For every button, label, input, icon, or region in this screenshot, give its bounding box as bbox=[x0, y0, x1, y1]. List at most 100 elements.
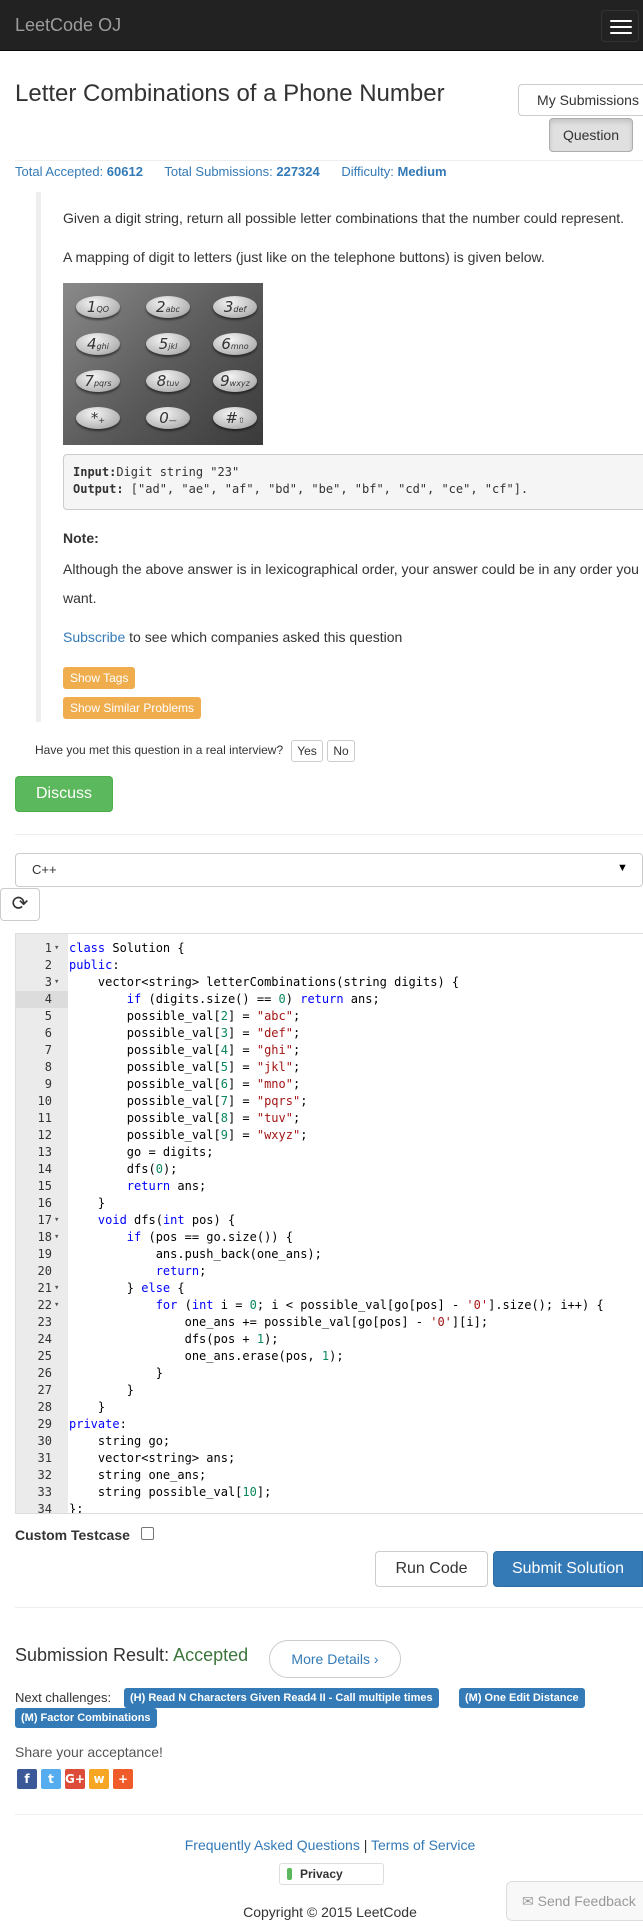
code-line[interactable]: 15 return ans; bbox=[16, 1178, 643, 1195]
keypad-key: 8tuv bbox=[146, 370, 190, 392]
submit-solution-button[interactable]: Submit Solution bbox=[493, 1551, 643, 1587]
question-description: Given a digit string, return all possibl… bbox=[36, 192, 643, 722]
code-line[interactable]: 4 if (digits.size() == 0) return ans; bbox=[16, 991, 643, 1008]
custom-testcase-label: Custom Testcase bbox=[15, 1527, 130, 1543]
footer-links: Frequently Asked Questions | Terms of Se… bbox=[184, 1837, 476, 1853]
refresh-icon: ⟳ bbox=[11, 893, 29, 915]
code-line[interactable]: 16 } bbox=[16, 1195, 643, 1212]
line-number: 18 bbox=[37, 1230, 52, 1244]
code-editor[interactable]: 1 ▾ class Solution {2 public: 3 ▾ vector<stri… bbox=[15, 933, 643, 1514]
code-line[interactable]: 25 one_ans.erase(pos, 1); bbox=[16, 1348, 643, 1365]
line-number: 30 bbox=[37, 1434, 52, 1448]
code-line[interactable]: 18 ▾ if (pos == go.size()) { bbox=[16, 1229, 643, 1246]
terms-link[interactable]: Terms of Service bbox=[371, 1837, 475, 1853]
yes-button[interactable]: Yes bbox=[291, 740, 323, 762]
code-line[interactable]: 32 string one_ans; bbox=[16, 1467, 643, 1484]
twitter-share-icon[interactable]: t bbox=[41, 1769, 61, 1789]
line-number: 16 bbox=[37, 1196, 52, 1210]
no-button[interactable]: No bbox=[327, 740, 355, 762]
code-line[interactable]: 29 private: bbox=[16, 1416, 643, 1433]
code-line[interactable]: 34}; bbox=[16, 1501, 643, 1514]
interview-question: Have you met this question in a real int… bbox=[35, 743, 284, 757]
line-number: 34 bbox=[37, 1502, 52, 1514]
code-line[interactable]: 12 possible_val[9] = "wxyz"; bbox=[16, 1127, 643, 1144]
show-tags-button[interactable]: Show Tags bbox=[63, 667, 136, 689]
code-line[interactable]: 10 possible_val[7] = "pqrs"; bbox=[16, 1093, 643, 1110]
subscribe-link[interactable]: Subscribe bbox=[63, 629, 125, 645]
line-number: 23 bbox=[37, 1315, 52, 1329]
next-challenges-label: Next challenges: bbox=[15, 1690, 112, 1705]
keypad-key: 3def bbox=[213, 296, 257, 318]
keypad-key: 1QO bbox=[76, 296, 120, 318]
challenge-link[interactable]: (H) Read N Characters Given Read4 II - C… bbox=[124, 1688, 439, 1708]
code-line[interactable]: 1 ▾ class Solution { bbox=[16, 940, 643, 957]
code-line[interactable]: 31 vector<string> ans; bbox=[16, 1450, 643, 1467]
show-similar-problems-button[interactable]: Show Similar Problems bbox=[63, 697, 202, 719]
line-number: 5 bbox=[44, 1009, 52, 1023]
menu-toggle-button[interactable] bbox=[601, 10, 639, 42]
code-line[interactable]: 27 } bbox=[16, 1382, 643, 1399]
facebook-share-icon[interactable]: f bbox=[17, 1769, 37, 1789]
code-line[interactable]: 26 } bbox=[16, 1365, 643, 1382]
run-code-button[interactable]: Run Code bbox=[375, 1551, 488, 1587]
line-number: 24 bbox=[37, 1332, 52, 1346]
fold-arrow-icon: ▾ bbox=[54, 1232, 60, 1242]
line-number: 26 bbox=[37, 1366, 52, 1380]
line-number: 10 bbox=[37, 1094, 52, 1108]
code-line[interactable]: 2 public: bbox=[16, 957, 643, 974]
code-line[interactable]: 21 ▾ } else { bbox=[16, 1280, 643, 1297]
line-number: 15 bbox=[37, 1179, 52, 1193]
code-line[interactable]: 7 possible_val[4] = "ghi"; bbox=[16, 1042, 643, 1059]
line-number: 20 bbox=[37, 1264, 52, 1278]
code-line[interactable]: 14 dfs(0); bbox=[16, 1161, 643, 1178]
discuss-button[interactable]: Discuss bbox=[15, 776, 113, 812]
code-line[interactable]: 13 go = digits; bbox=[16, 1144, 643, 1161]
caret-down-icon: ▼ bbox=[617, 862, 628, 874]
code-line[interactable]: 23 one_ans += possible_val[go[pos] - '0'… bbox=[16, 1314, 643, 1331]
more-details-button[interactable]: More Details › bbox=[269, 1640, 401, 1678]
custom-testcase-checkbox[interactable] bbox=[141, 1527, 154, 1540]
code-line[interactable]: 8 possible_val[5] = "jkl"; bbox=[16, 1059, 643, 1076]
line-number: 11 bbox=[37, 1111, 52, 1125]
line-number: 14 bbox=[37, 1162, 52, 1176]
my-submissions-button[interactable]: My Submissions bbox=[518, 84, 643, 116]
question-button[interactable]: Question bbox=[549, 118, 633, 152]
code-line[interactable]: 28 } bbox=[16, 1399, 643, 1416]
total-accepted-value: 60612 bbox=[106, 164, 143, 179]
more-share-icon[interactable]: + bbox=[113, 1769, 133, 1789]
line-number: 13 bbox=[37, 1145, 52, 1159]
code-line[interactable]: 19 ans.push_back(one_ans); bbox=[16, 1246, 643, 1263]
code-line[interactable]: 30 string go; bbox=[16, 1433, 643, 1450]
challenge-link[interactable]: (M) Factor Combinations bbox=[15, 1708, 157, 1728]
code-line[interactable]: 3 ▾ vector<string> letterCombinations(str… bbox=[16, 974, 643, 991]
weibo-share-icon[interactable]: w bbox=[89, 1769, 109, 1789]
code-line[interactable]: 33 string possible_val[10]; bbox=[16, 1484, 643, 1501]
line-number: 4 bbox=[16, 991, 52, 1008]
privacy-badge[interactable]: Privacy bbox=[279, 1863, 384, 1885]
keypad-key: 7pqrs bbox=[76, 370, 120, 392]
line-number: 25 bbox=[37, 1349, 52, 1363]
code-line[interactable]: 22 ▾ for (int i = 0; i < possible_val[go[… bbox=[16, 1297, 643, 1314]
question-stats: Total Accepted: 60612 Total Submissions:… bbox=[15, 164, 447, 179]
difficulty-value: Medium bbox=[397, 164, 447, 179]
code-line[interactable]: 6 possible_val[3] = "def"; bbox=[16, 1025, 643, 1042]
keypad-key: 4ghi bbox=[76, 333, 120, 355]
code-line[interactable]: 24 dfs(pos + 1); bbox=[16, 1331, 643, 1348]
keypad-key: 2abc bbox=[146, 296, 190, 318]
code-line[interactable]: 11 possible_val[8] = "tuv"; bbox=[16, 1110, 643, 1127]
code-line[interactable]: 20 return; bbox=[16, 1263, 643, 1280]
brand-logo[interactable]: LeetCode OJ bbox=[15, 15, 121, 36]
faq-link[interactable]: Frequently Asked Questions bbox=[185, 1837, 360, 1853]
code-line[interactable]: 9 possible_val[6] = "mno"; bbox=[16, 1076, 643, 1093]
result-status: Accepted bbox=[173, 1645, 249, 1665]
line-number: 6 bbox=[44, 1026, 52, 1040]
code-line[interactable]: 5 possible_val[2] = "abc"; bbox=[16, 1008, 643, 1025]
send-feedback-button[interactable]: ✉ Send Feedback bbox=[506, 1881, 643, 1921]
challenge-link[interactable]: (M) One Edit Distance bbox=[459, 1688, 585, 1708]
note-label: Note: bbox=[63, 530, 99, 546]
google-plus-share-icon[interactable]: G+ bbox=[65, 1769, 85, 1789]
language-select[interactable]: C++ bbox=[15, 853, 643, 887]
chevron-right-icon: › bbox=[373, 1651, 379, 1667]
reset-code-button[interactable]: ⟳ bbox=[0, 888, 40, 921]
code-line[interactable]: 17 ▾ void dfs(int pos) { bbox=[16, 1212, 643, 1229]
